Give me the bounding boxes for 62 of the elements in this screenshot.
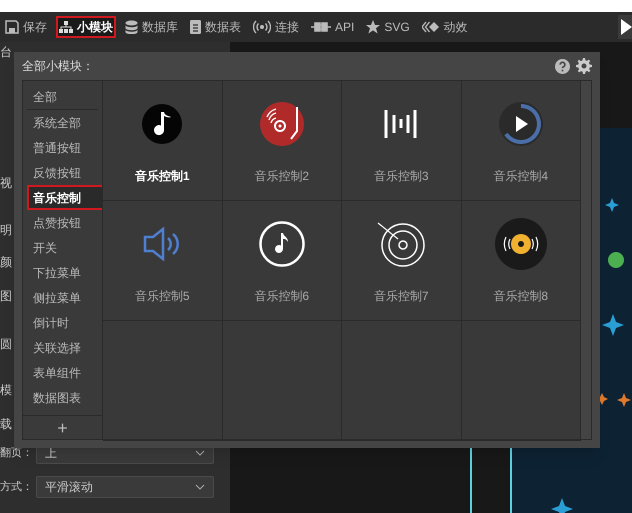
music-note-icon <box>258 221 305 267</box>
chevron-down-icon <box>195 484 205 490</box>
category-item[interactable]: 侧拉菜单 <box>27 285 102 310</box>
category-item[interactable]: 全部 <box>27 85 98 110</box>
field-label: 模 <box>0 382 12 398</box>
category-item[interactable]: 数据图表 <box>27 385 102 410</box>
diamond-icon <box>422 21 440 33</box>
field-label: 圆 <box>0 336 12 352</box>
module-tile[interactable]: 音乐控制4 <box>462 81 581 201</box>
chevron-down-icon <box>195 450 205 456</box>
category-item[interactable]: 反馈按钮 <box>27 160 102 185</box>
save-icon <box>5 20 19 34</box>
module-tile[interactable]: 音乐控制8 <box>462 201 581 321</box>
module-tile[interactable]: 音乐控制2 <box>222 81 342 201</box>
sound-bars-icon <box>384 109 418 139</box>
broadcast-icon <box>253 20 271 34</box>
vinyl-record-icon <box>494 217 548 271</box>
dropdown[interactable]: 平滑滚动 <box>36 476 214 498</box>
field-label: 载 <box>0 416 12 432</box>
field-label: 图 <box>0 288 12 304</box>
speaker-icon <box>143 227 182 261</box>
field-label: 方式： <box>0 480 34 495</box>
settings-icon[interactable] <box>576 58 592 74</box>
document-icon <box>190 20 201 34</box>
module-tile[interactable]: 音乐控制3 <box>342 81 462 201</box>
toolbar-button[interactable]: 数据表 <box>187 16 244 38</box>
play-icon[interactable] <box>621 19 632 35</box>
toolbar-button[interactable]: 小模块 <box>56 16 116 38</box>
toolbar-button[interactable]: API <box>308 16 358 38</box>
panel-title: 全部小模块： <box>22 58 94 75</box>
field-label: 明 <box>0 222 12 238</box>
field-label: 台 <box>0 44 12 60</box>
module-tile[interactable]: 音乐控制6 <box>222 201 342 321</box>
toolbar-button[interactable]: 数据库 <box>122 16 181 38</box>
toolbar-button[interactable]: SVG <box>363 16 413 38</box>
toolbar-button[interactable]: 保存 <box>2 16 50 38</box>
toolbar-button[interactable]: 动效 <box>418 16 471 38</box>
module-tile[interactable]: 音乐控制5 <box>103 201 222 321</box>
add-button[interactable]: + <box>23 415 102 439</box>
vinyl-record-icon <box>377 221 426 267</box>
module-tile[interactable]: 音乐控制1 <box>103 81 222 201</box>
category-item[interactable]: 点赞按钮 <box>27 210 102 235</box>
module-tile[interactable]: 音乐控制7 <box>342 201 462 321</box>
toolbar-button[interactable]: 连接 <box>250 16 302 38</box>
star-icon <box>366 20 380 34</box>
help-icon[interactable] <box>555 58 570 74</box>
field-label: 颜 <box>0 254 12 270</box>
category-item[interactable]: 音乐控制 <box>27 185 102 210</box>
category-item[interactable]: 表单组件 <box>27 360 102 385</box>
plug-icon <box>311 21 331 33</box>
database-icon <box>125 20 138 34</box>
category-item[interactable]: 普通按钮 <box>27 135 102 160</box>
play-progress-icon <box>498 101 544 147</box>
turntable-icon <box>258 101 305 147</box>
category-item[interactable]: 关联选择 <box>27 335 102 360</box>
category-item[interactable]: 倒计时 <box>27 310 102 335</box>
field-label: 视 <box>0 175 12 191</box>
sitemap-icon <box>59 20 73 34</box>
category-item[interactable]: 开关 <box>27 235 102 260</box>
category-item[interactable]: 下拉菜单 <box>27 260 102 285</box>
category-item[interactable]: 系统全部 <box>27 110 102 135</box>
music-note-icon <box>141 103 184 145</box>
